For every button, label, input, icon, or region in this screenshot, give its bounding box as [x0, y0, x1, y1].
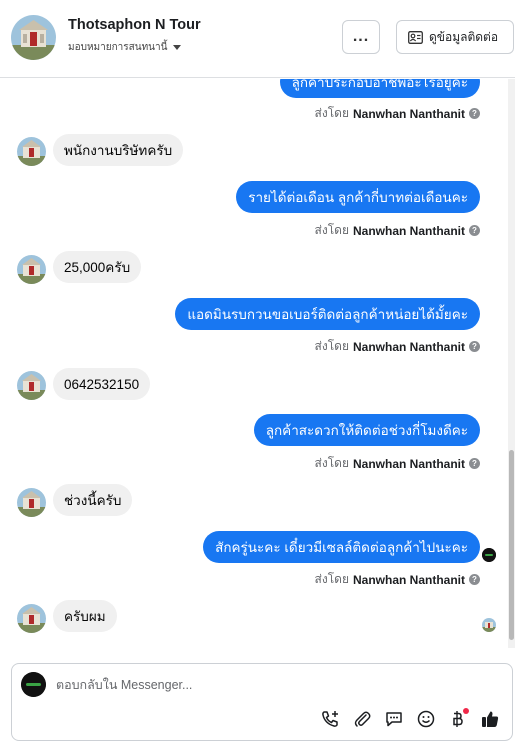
- outgoing-message: รายได้ต่อเดือน ลูกค้ากี่บาทต่อเดือนคะ: [236, 181, 480, 213]
- message-thread: ลูกค้าประกอบอาชีพอะไรอยู่คะ ส่งโดย Nanwh…: [0, 79, 515, 648]
- agent-name: Nanwhan Nanthanit: [352, 456, 465, 471]
- like-icon[interactable]: [478, 707, 502, 731]
- contact-avatar: [17, 488, 46, 517]
- agent-name: Nanwhan Nanthanit: [352, 223, 465, 238]
- sent-by-label: ส่งโดย Nanwhan Nanthanit ?: [315, 104, 480, 123]
- incoming-message: 0642532150: [53, 368, 151, 400]
- outgoing-message: สักครู่นะคะ เดี๋ยวมีเซลล์ติดต่อลูกค้าไปน…: [203, 531, 480, 563]
- agent-name: Nanwhan Nanthanit: [352, 572, 465, 587]
- incoming-message: พนักงานบริษัทครับ: [53, 134, 184, 166]
- contact-card-icon: [408, 30, 423, 44]
- chat-scrollbar-thumb[interactable]: [509, 450, 514, 640]
- conversation-header: Thotsaphon N Tour มอบหมายการสนทนานี้ ...…: [0, 0, 515, 78]
- reply-input[interactable]: [56, 674, 476, 696]
- help-icon[interactable]: ?: [469, 574, 480, 585]
- outgoing-message: ลูกค้าสะดวกให้ติดต่อช่วงกี่โมงดีคะ: [253, 414, 480, 446]
- contact-avatar: [17, 137, 46, 166]
- reply-composer: [11, 663, 513, 741]
- more-options-button[interactable]: ...: [342, 20, 380, 54]
- incoming-message: 25,000ครับ: [53, 251, 142, 283]
- help-icon[interactable]: ?: [469, 108, 480, 119]
- incoming-message: ช่วงนี้ครับ: [53, 484, 133, 516]
- help-icon[interactable]: ?: [469, 458, 480, 469]
- contact-avatar: [17, 604, 46, 633]
- sent-by-label: ส่งโดย Nanwhan Nanthanit ?: [315, 570, 480, 589]
- sent-by-label: ส่งโดย Nanwhan Nanthanit ?: [315, 221, 480, 240]
- saved-reply-icon[interactable]: [382, 707, 406, 731]
- incoming-message: ครับผม: [53, 600, 117, 632]
- page-title: Thotsaphon N Tour: [68, 17, 201, 33]
- sent-by-label: ส่งโดย Nanwhan Nanthanit ?: [315, 454, 480, 473]
- help-icon[interactable]: ?: [469, 341, 480, 352]
- page-avatar: [21, 672, 46, 697]
- assign-label: มอบหมายการสนทนานี้: [68, 42, 168, 53]
- agent-name: Nanwhan Nanthanit: [352, 339, 465, 354]
- seen-indicator-page-avatar: [482, 548, 496, 562]
- view-contact-info-button[interactable]: ดูข้อมูลติดต่อ: [396, 20, 514, 54]
- notification-dot: [463, 708, 469, 714]
- phone-add-icon[interactable]: [318, 707, 342, 731]
- assign-conversation-dropdown[interactable]: มอบหมายการสนทนานี้: [68, 40, 182, 55]
- outgoing-message: แอดมินรบกวนขอเบอร์ติดต่อลูกค้าหน่อยได้มั…: [175, 298, 480, 330]
- contact-avatar: [17, 371, 46, 400]
- sent-by-label: ส่งโดย Nanwhan Nanthanit ?: [315, 337, 480, 356]
- page-avatar[interactable]: [11, 15, 56, 60]
- baht-payment-icon[interactable]: [446, 707, 470, 731]
- caret-down-icon: [173, 45, 182, 50]
- view-contact-info-label: ดูข้อมูลติดต่อ: [429, 29, 499, 44]
- contact-avatar: [17, 255, 46, 284]
- outgoing-message: ลูกค้าประกอบอาชีพอะไรอยู่คะ: [279, 79, 480, 98]
- paperclip-icon[interactable]: [350, 707, 374, 731]
- emoji-icon[interactable]: [414, 707, 438, 731]
- agent-name: Nanwhan Nanthanit: [352, 106, 465, 121]
- seen-indicator-contact-avatar: [482, 618, 496, 632]
- help-icon[interactable]: ?: [469, 225, 480, 236]
- composer-toolbar: [318, 707, 502, 731]
